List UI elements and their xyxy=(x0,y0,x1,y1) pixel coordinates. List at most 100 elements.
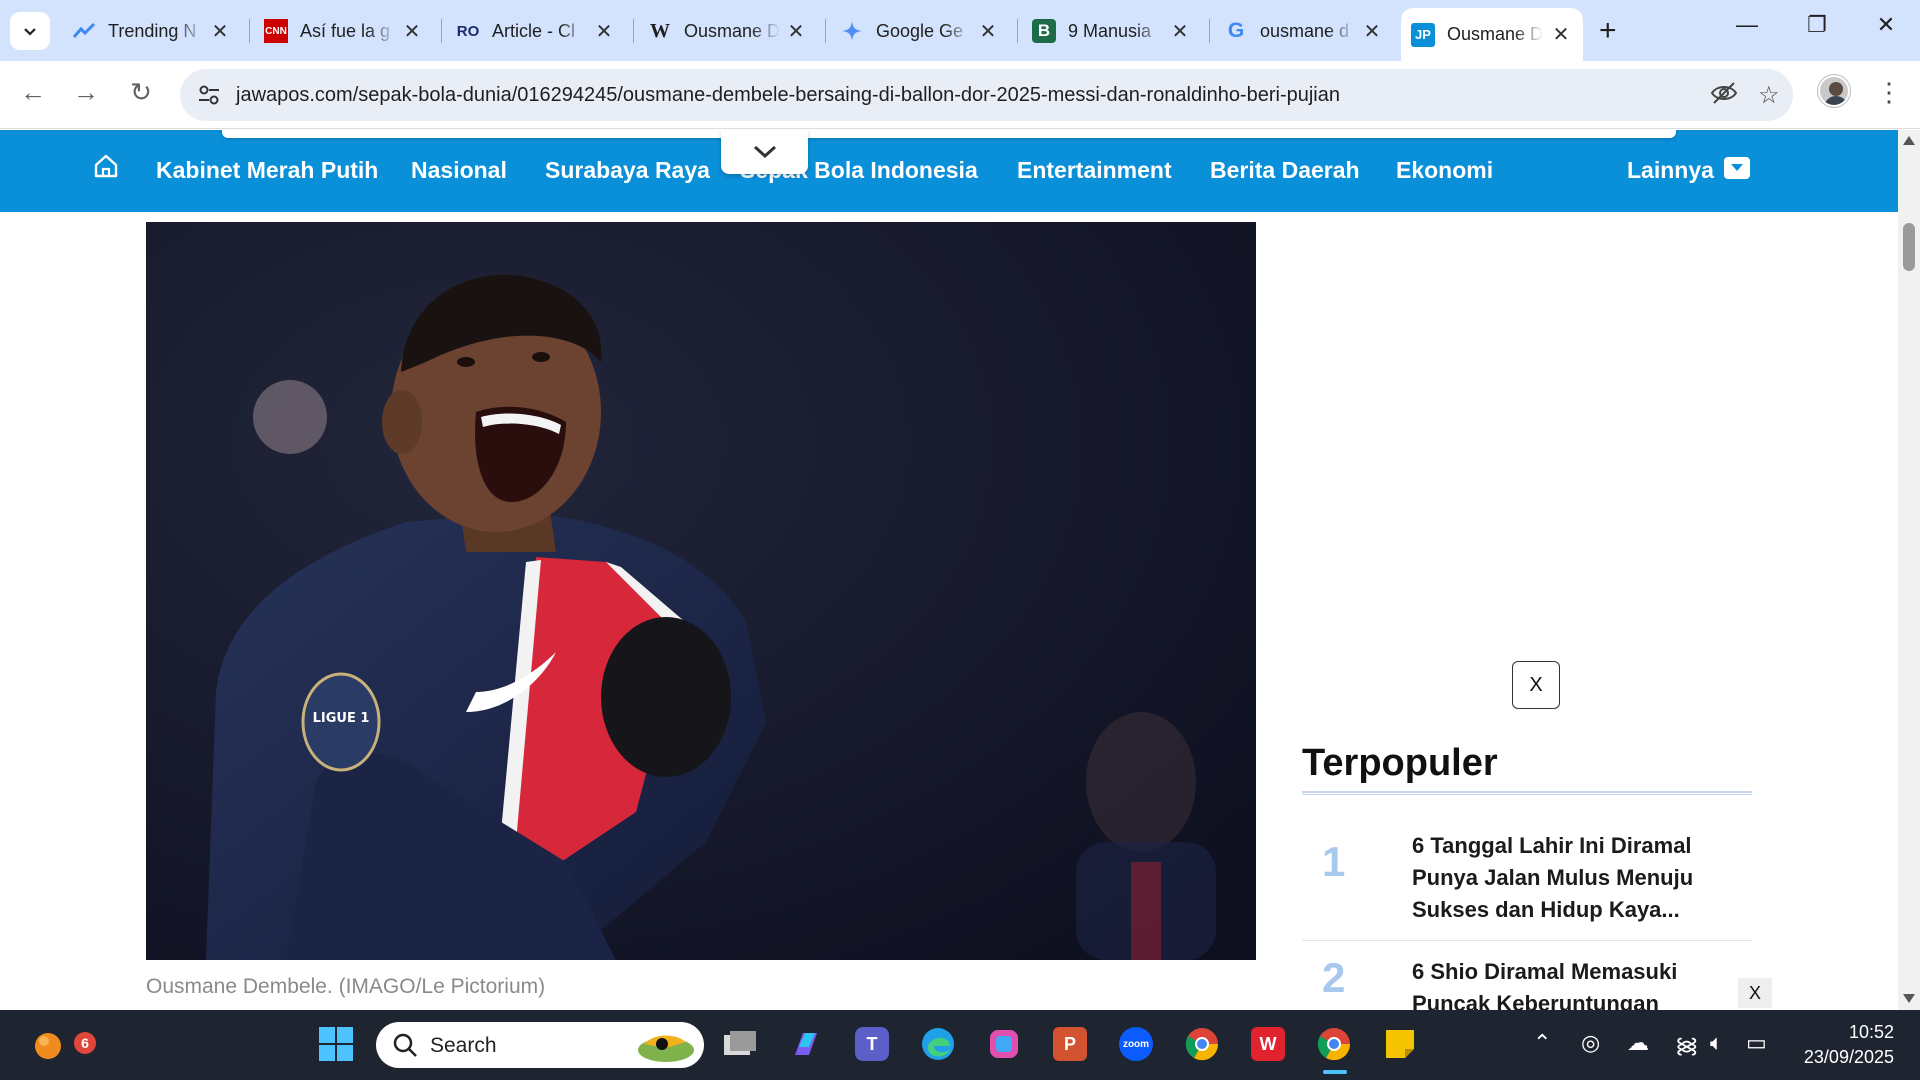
close-icon[interactable]: ✕ xyxy=(208,19,232,44)
gemini-icon xyxy=(840,19,864,43)
tab-trending[interactable]: Trending N ✕ xyxy=(62,11,242,51)
chevron-up-icon[interactable]: ⌃ xyxy=(1533,1030,1551,1056)
popular-rank: 1 xyxy=(1322,838,1346,885)
eye-off-icon[interactable] xyxy=(1710,81,1738,112)
nav-surabaya-raya[interactable]: Surabaya Raya xyxy=(545,157,710,184)
tab-divider xyxy=(441,19,442,43)
tab-cnn[interactable]: CNN Así fue la g ✕ xyxy=(254,11,434,51)
new-tab-button[interactable]: + xyxy=(1599,14,1617,48)
top-banner-strip xyxy=(222,130,1676,138)
tab-title: Ousmane D xyxy=(684,20,780,41)
nav-berita-daerah[interactable]: Berita Daerah xyxy=(1210,157,1360,184)
windows-start-icon[interactable] xyxy=(316,1024,356,1064)
wikipedia-icon: W xyxy=(650,19,670,42)
tab-title: Article - Cl xyxy=(492,20,576,41)
address-bar[interactable]: jawapos.com/sepak-bola-dunia/016294245/o… xyxy=(180,69,1793,121)
tab-divider xyxy=(1209,19,1210,43)
restore-button[interactable]: ❐ xyxy=(1797,12,1837,38)
tab-article[interactable]: RO Article - Cl ✕ xyxy=(446,11,626,51)
sync-icon[interactable]: ◎ xyxy=(1581,1030,1600,1056)
tab-google-search[interactable]: G ousmane d ✕ xyxy=(1214,11,1394,51)
close-icon[interactable]: ✕ xyxy=(1168,19,1192,44)
nav-ekonomi[interactable]: Ekonomi xyxy=(1396,157,1493,184)
tab-divider xyxy=(1017,19,1018,43)
teams-icon[interactable]: T xyxy=(852,1024,892,1064)
nav-entertainment[interactable]: Entertainment xyxy=(1017,157,1172,184)
minimize-button[interactable]: — xyxy=(1727,12,1767,38)
volume-icon[interactable]: 🔈︎ xyxy=(1710,1030,1723,1056)
menu-icon[interactable]: ⋮ xyxy=(1876,77,1902,108)
tab-jawapos-active[interactable]: JP Ousmane D ✕ xyxy=(1401,8,1583,61)
windows-taskbar: 6 Search T P zoom W ⌃ ◎ ☁ ᯼ 🔈︎ ▭ 10:52 2… xyxy=(0,1010,1920,1080)
tab-gemini[interactable]: Google Ge ✕ xyxy=(830,11,1010,51)
system-clock[interactable]: 10:52 23/09/2025 xyxy=(1784,1020,1894,1070)
active-app-indicator xyxy=(1323,1070,1347,1074)
chrome-profile-icon[interactable] xyxy=(1314,1024,1354,1064)
popular-item[interactable]: 1 6 Tanggal Lahir Ini Diramal Punya Jala… xyxy=(1302,830,1752,941)
svg-text:LIGUE 1: LIGUE 1 xyxy=(313,711,370,726)
m365-icon[interactable] xyxy=(984,1024,1024,1064)
onedrive-icon[interactable]: ☁ xyxy=(1627,1030,1649,1056)
edge-icon[interactable] xyxy=(918,1024,958,1064)
profile-avatar[interactable] xyxy=(1818,75,1850,107)
popular-item-title[interactable]: 6 Shio Diramal Memasuki Puncak Keberuntu… xyxy=(1412,956,1712,1010)
zoom-icon[interactable]: zoom xyxy=(1116,1024,1156,1064)
page-scrollbar[interactable] xyxy=(1898,130,1920,1010)
ad-close-small-button[interactable]: X xyxy=(1738,978,1772,1008)
copilot-icon[interactable] xyxy=(786,1024,826,1064)
home-icon[interactable] xyxy=(92,152,120,180)
clock-time: 10:52 xyxy=(1848,1022,1894,1042)
tab-divider xyxy=(825,19,826,43)
collapse-header-button[interactable] xyxy=(721,130,808,174)
tab-divider xyxy=(633,19,634,43)
close-icon[interactable]: ✕ xyxy=(1360,19,1384,44)
back-button[interactable]: ← xyxy=(15,77,51,108)
nav-kabinet-merah-putih[interactable]: Kabinet Merah Putih xyxy=(156,157,378,184)
nav-lainnya[interactable]: Lainnya xyxy=(1627,157,1714,184)
tab-strip: Trending N ✕ CNN Así fue la g ✕ RO Artic… xyxy=(0,0,1920,61)
taskbar-search[interactable]: Search xyxy=(376,1022,704,1068)
weather-widget-icon[interactable]: 6 xyxy=(28,1024,96,1064)
sticky-notes-icon[interactable] xyxy=(1380,1024,1420,1064)
close-icon[interactable]: ✕ xyxy=(400,19,424,44)
close-icon[interactable]: ✕ xyxy=(1549,22,1573,47)
bookmark-star-icon[interactable]: ☆ xyxy=(1758,81,1780,110)
close-icon[interactable]: ✕ xyxy=(784,19,808,44)
wifi-icon[interactable]: ᯼ xyxy=(1675,1030,1699,1060)
nav-nasional[interactable]: Nasional xyxy=(411,157,507,184)
scroll-thumb[interactable] xyxy=(1903,223,1915,271)
powerpoint-icon[interactable]: P xyxy=(1050,1024,1090,1064)
url-text[interactable]: jawapos.com/sepak-bola-dunia/016294245/o… xyxy=(236,84,1340,107)
toucan-icon xyxy=(638,1035,694,1062)
battery-icon[interactable]: ▭ xyxy=(1746,1030,1767,1056)
heading-underline xyxy=(1302,791,1752,795)
site-info-icon[interactable] xyxy=(196,82,222,108)
scroll-up-icon[interactable] xyxy=(1903,136,1915,145)
search-label: Search xyxy=(430,1034,497,1057)
task-view-icon[interactable] xyxy=(720,1024,760,1064)
tab-search-button[interactable] xyxy=(10,12,50,50)
forward-button[interactable]: → xyxy=(68,77,104,108)
jp-icon: JP xyxy=(1411,22,1435,47)
clock-date: 23/09/2025 xyxy=(1803,1047,1894,1067)
tab-wikipedia[interactable]: W Ousmane D ✕ xyxy=(638,11,818,51)
chevron-down-icon xyxy=(24,28,36,36)
tab-title: Así fue la g xyxy=(300,20,391,41)
tab-title: ousmane d xyxy=(1260,20,1350,41)
wps-icon[interactable]: W xyxy=(1248,1024,1288,1064)
tab-manusia[interactable]: B 9 Manusia ✕ xyxy=(1022,11,1202,51)
close-icon[interactable]: ✕ xyxy=(976,19,1000,44)
chrome-icon[interactable] xyxy=(1182,1024,1222,1064)
popular-item-title[interactable]: 6 Tanggal Lahir Ini Diramal Punya Jalan … xyxy=(1412,830,1712,926)
ad-close-button[interactable]: X xyxy=(1512,661,1560,709)
close-icon[interactable]: ✕ xyxy=(592,19,616,44)
image-caption: Ousmane Dembele. (IMAGO/Le Pictorium) xyxy=(146,975,546,998)
tab-title: Google Ge xyxy=(876,20,964,41)
caret-down-icon[interactable] xyxy=(1724,157,1750,179)
cnn-icon: CNN xyxy=(264,19,288,43)
site-navigation: Kabinet Merah Putih Nasional Surabaya Ra… xyxy=(0,130,1898,212)
popular-item[interactable]: 2 6 Shio Diramal Memasuki Puncak Keberun… xyxy=(1302,954,1752,1010)
close-window-button[interactable]: ✕ xyxy=(1866,12,1906,38)
scroll-down-icon[interactable] xyxy=(1903,994,1915,1003)
reload-button[interactable]: ↻ xyxy=(123,77,159,108)
